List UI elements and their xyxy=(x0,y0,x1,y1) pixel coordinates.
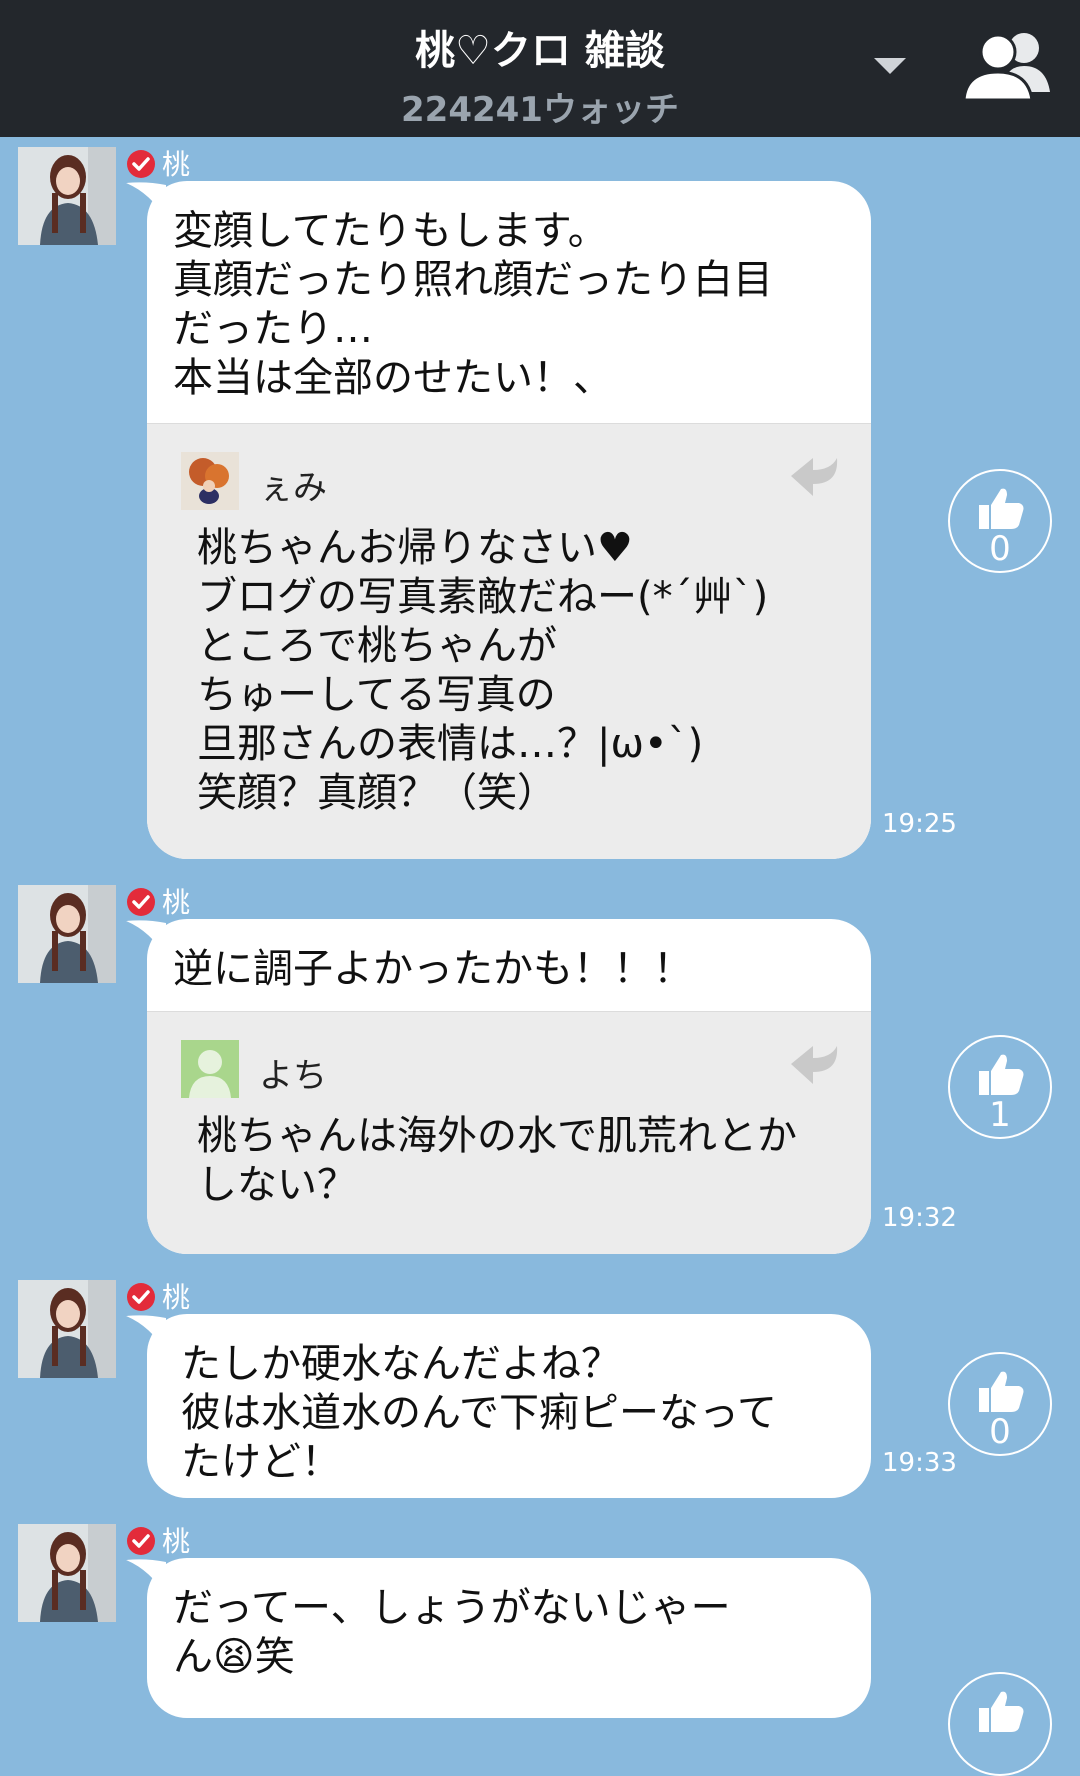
message-text: 逆に調子よかったかも！！！ xyxy=(173,946,693,992)
message-bubble[interactable]: だってー、しょうがないじゃー ん😫笑 xyxy=(147,1558,871,1718)
like-button[interactable]: 1 xyxy=(948,1035,1052,1139)
reply-text: 桃ちゃんお帰りなさい♥ ブログの写真素敵だねー(*´艸`) ところで桃ちゃんが … xyxy=(197,525,769,816)
avatar[interactable] xyxy=(18,1524,116,1622)
timestamp: 19:32 xyxy=(882,1203,957,1233)
thumbs-up-icon xyxy=(979,488,1024,529)
verified-icon xyxy=(127,150,155,178)
verified-icon xyxy=(127,1283,155,1311)
verified-icon xyxy=(127,888,155,916)
like-button[interactable] xyxy=(948,1672,1052,1776)
like-button[interactable]: 0 xyxy=(948,469,1052,573)
message-item: 桃 たしか硬水なんだよね？ 彼は水道水のんで下痢ピーなって たけど！ 0 19:… xyxy=(0,1270,1080,1505)
reply-avatar xyxy=(181,452,239,510)
like-count: 0 xyxy=(989,529,1011,569)
avatar[interactable] xyxy=(18,885,116,983)
chat-header: 桃♡クロ 雑談 224241ウォッチ xyxy=(0,0,1080,137)
quoted-reply[interactable]: よち 桃ちゃんは海外の水で肌荒れとか しない？ xyxy=(147,1011,871,1254)
author-name: 桃 xyxy=(162,148,191,181)
reply-arrow-icon[interactable] xyxy=(787,454,843,500)
thumbs-up-icon xyxy=(979,1054,1024,1095)
reply-author: ぇみ xyxy=(259,468,327,508)
message-bubble[interactable]: たしか硬水なんだよね？ 彼は水道水のんで下痢ピーなって たけど！ xyxy=(147,1314,871,1498)
watch-count: 224241ウォッチ xyxy=(401,90,679,130)
timestamp: 19:25 xyxy=(882,809,957,839)
message-item: 桃 だってー、しょうがないじゃー ん😫笑 xyxy=(0,1514,1080,1776)
message-bubble[interactable]: 逆に調子よかったかも！！！ よち 桃ちゃんは海外の水で肌荒れとか しない？ xyxy=(147,919,871,1254)
thumbs-up-icon xyxy=(979,1371,1024,1412)
profile-photo xyxy=(18,147,116,245)
members-icon[interactable] xyxy=(958,28,1058,104)
message-text: 変顔してたりもします。 真顔だったり照れ顔だったり白目 だったり… 本当は全部の… xyxy=(173,208,773,401)
author-name: 桃 xyxy=(162,886,191,919)
message-bubble[interactable]: 変顔してたりもします。 真顔だったり照れ顔だったり白目 だったり… 本当は全部の… xyxy=(147,181,871,859)
like-count: 0 xyxy=(989,1412,1011,1452)
verified-icon xyxy=(127,1527,155,1555)
profile-photo xyxy=(18,1280,116,1378)
reply-avatar xyxy=(181,1040,239,1098)
message-text: だってー、しょうがないじゃー ん😫笑 xyxy=(173,1585,731,1680)
message-item: 桃 変顔してたりもします。 真顔だったり照れ顔だったり白目 だったり… 本当は全… xyxy=(0,137,1080,867)
reply-text: 桃ちゃんは海外の水で肌荒れとか しない？ xyxy=(197,1113,797,1208)
author-name: 桃 xyxy=(162,1281,191,1314)
thumbs-up-icon xyxy=(979,1691,1024,1732)
profile-photo xyxy=(18,885,116,983)
quoted-reply[interactable]: ぇみ 桃ちゃんお帰りなさい♥ ブログの写真素敵だねー(*´艸`) ところで桃ちゃ… xyxy=(147,423,871,859)
reply-arrow-icon[interactable] xyxy=(787,1042,843,1088)
profile-photo xyxy=(18,1524,116,1622)
message-item: 桃 逆に調子よかったかも！！！ よち 桃ちゃんは海外の水で肌荒れとか しない？ xyxy=(0,875,1080,1265)
reply-author: よち xyxy=(259,1056,327,1096)
author-name: 桃 xyxy=(162,1525,191,1558)
like-button[interactable]: 0 xyxy=(948,1352,1052,1456)
avatar[interactable] xyxy=(18,1280,116,1378)
message-text: たしか硬水なんだよね？ 彼は水道水のんで下痢ピーなって たけど！ xyxy=(181,1341,777,1485)
like-count: 1 xyxy=(989,1095,1011,1135)
chevron-down-icon[interactable] xyxy=(872,54,908,76)
avatar[interactable] xyxy=(18,147,116,245)
room-title: 桃♡クロ 雑談 xyxy=(415,28,665,74)
timestamp: 19:33 xyxy=(882,1448,957,1478)
